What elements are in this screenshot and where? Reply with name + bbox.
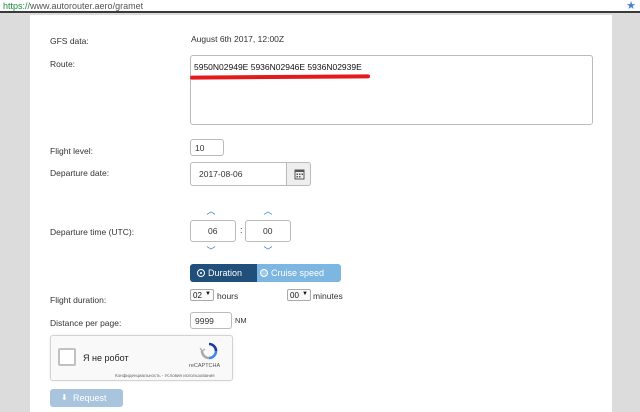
duration-radio-icon [197, 269, 205, 277]
departure-time-label: Departure time (UTC): [50, 227, 135, 237]
url-host-path: www.autorouter.aero/gramet [30, 1, 144, 11]
minute-up-chevron-icon[interactable]: ︿ [263, 206, 273, 216]
gfs-data-label: GFS data: [50, 36, 89, 46]
minutes-select-value: 00 [290, 291, 299, 300]
calendar-button[interactable] [286, 162, 311, 186]
departure-date-input[interactable]: 2017-08-06 [190, 162, 287, 186]
distance-input[interactable]: 9999 [190, 312, 232, 329]
gfs-data-value: August 6th 2017, 12:00Z [191, 34, 285, 44]
recaptcha-brand: reCAPTCHA [189, 363, 221, 369]
recaptcha-links[interactable]: Конфиденциальность - Условия использован… [115, 373, 215, 378]
request-button[interactable]: ⬇ Request [50, 389, 123, 407]
gramet-form: GFS data: August 6th 2017, 12:00Z Route:… [30, 15, 612, 412]
time-separator: : [240, 225, 243, 235]
recaptcha-logo-icon [199, 342, 218, 360]
departure-date-value: 2017-08-06 [199, 169, 243, 179]
hour-down-chevron-icon[interactable]: ﹀ [206, 246, 216, 256]
distance-per-page-label: Distance per page: [50, 318, 122, 328]
flight-level-input[interactable]: 10 [190, 139, 224, 156]
duration-option[interactable]: Duration [190, 264, 257, 282]
chevron-down-icon: ▼ [205, 291, 211, 297]
request-button-label: Request [73, 393, 107, 403]
minute-input[interactable]: 00 [245, 220, 291, 242]
minutes-unit: minutes [313, 291, 343, 301]
flight-level-value: 10 [195, 142, 205, 153]
address-bar[interactable]: https://www.autorouter.aero/gramet ★ [0, 0, 640, 13]
hour-value: 06 [208, 226, 218, 236]
url-scheme: https:// [3, 1, 31, 11]
star-icon[interactable]: ★ [626, 0, 636, 12]
distance-value: 9999 [195, 315, 214, 326]
captcha-label: Я не робот [83, 353, 129, 363]
departure-date-label: Departure date: [50, 168, 110, 178]
route-label: Route: [50, 59, 76, 69]
download-icon: ⬇ [61, 393, 68, 402]
minutes-select[interactable]: 00 ▼ [287, 289, 311, 301]
cruise-speed-radio-icon [260, 269, 268, 277]
hour-input[interactable]: 06 [190, 220, 236, 242]
minute-down-chevron-icon[interactable]: ﹀ [263, 246, 273, 256]
hours-unit: hours [217, 291, 239, 301]
chevron-down-icon: ▼ [302, 291, 308, 297]
hours-select[interactable]: 02 ▼ [190, 289, 214, 301]
recaptcha-widget: Я не робот reCAPTCHA Конфиденциальность … [50, 335, 233, 381]
hour-up-chevron-icon[interactable]: ︿ [206, 206, 216, 216]
minute-value: 00 [263, 226, 273, 236]
url-text[interactable]: https://www.autorouter.aero/gramet [3, 1, 143, 11]
hours-select-value: 02 [193, 291, 202, 300]
distance-unit: NM [235, 316, 247, 325]
duration-label: Duration [208, 268, 243, 278]
duration-mode-toggle: Duration Cruise speed [190, 264, 341, 282]
cruise-speed-option[interactable]: Cruise speed [257, 264, 341, 282]
cruise-speed-label: Cruise speed [271, 268, 325, 278]
route-value: 5950N02949E 5936N02946E 5936N02939E [194, 62, 362, 72]
captcha-checkbox[interactable] [58, 348, 76, 366]
flight-level-label: Flight level: [50, 146, 93, 156]
route-textarea[interactable]: 5950N02949E 5936N02946E 5936N02939E [190, 55, 593, 125]
flight-duration-label: Flight duration: [50, 295, 107, 305]
calendar-icon [294, 169, 305, 180]
